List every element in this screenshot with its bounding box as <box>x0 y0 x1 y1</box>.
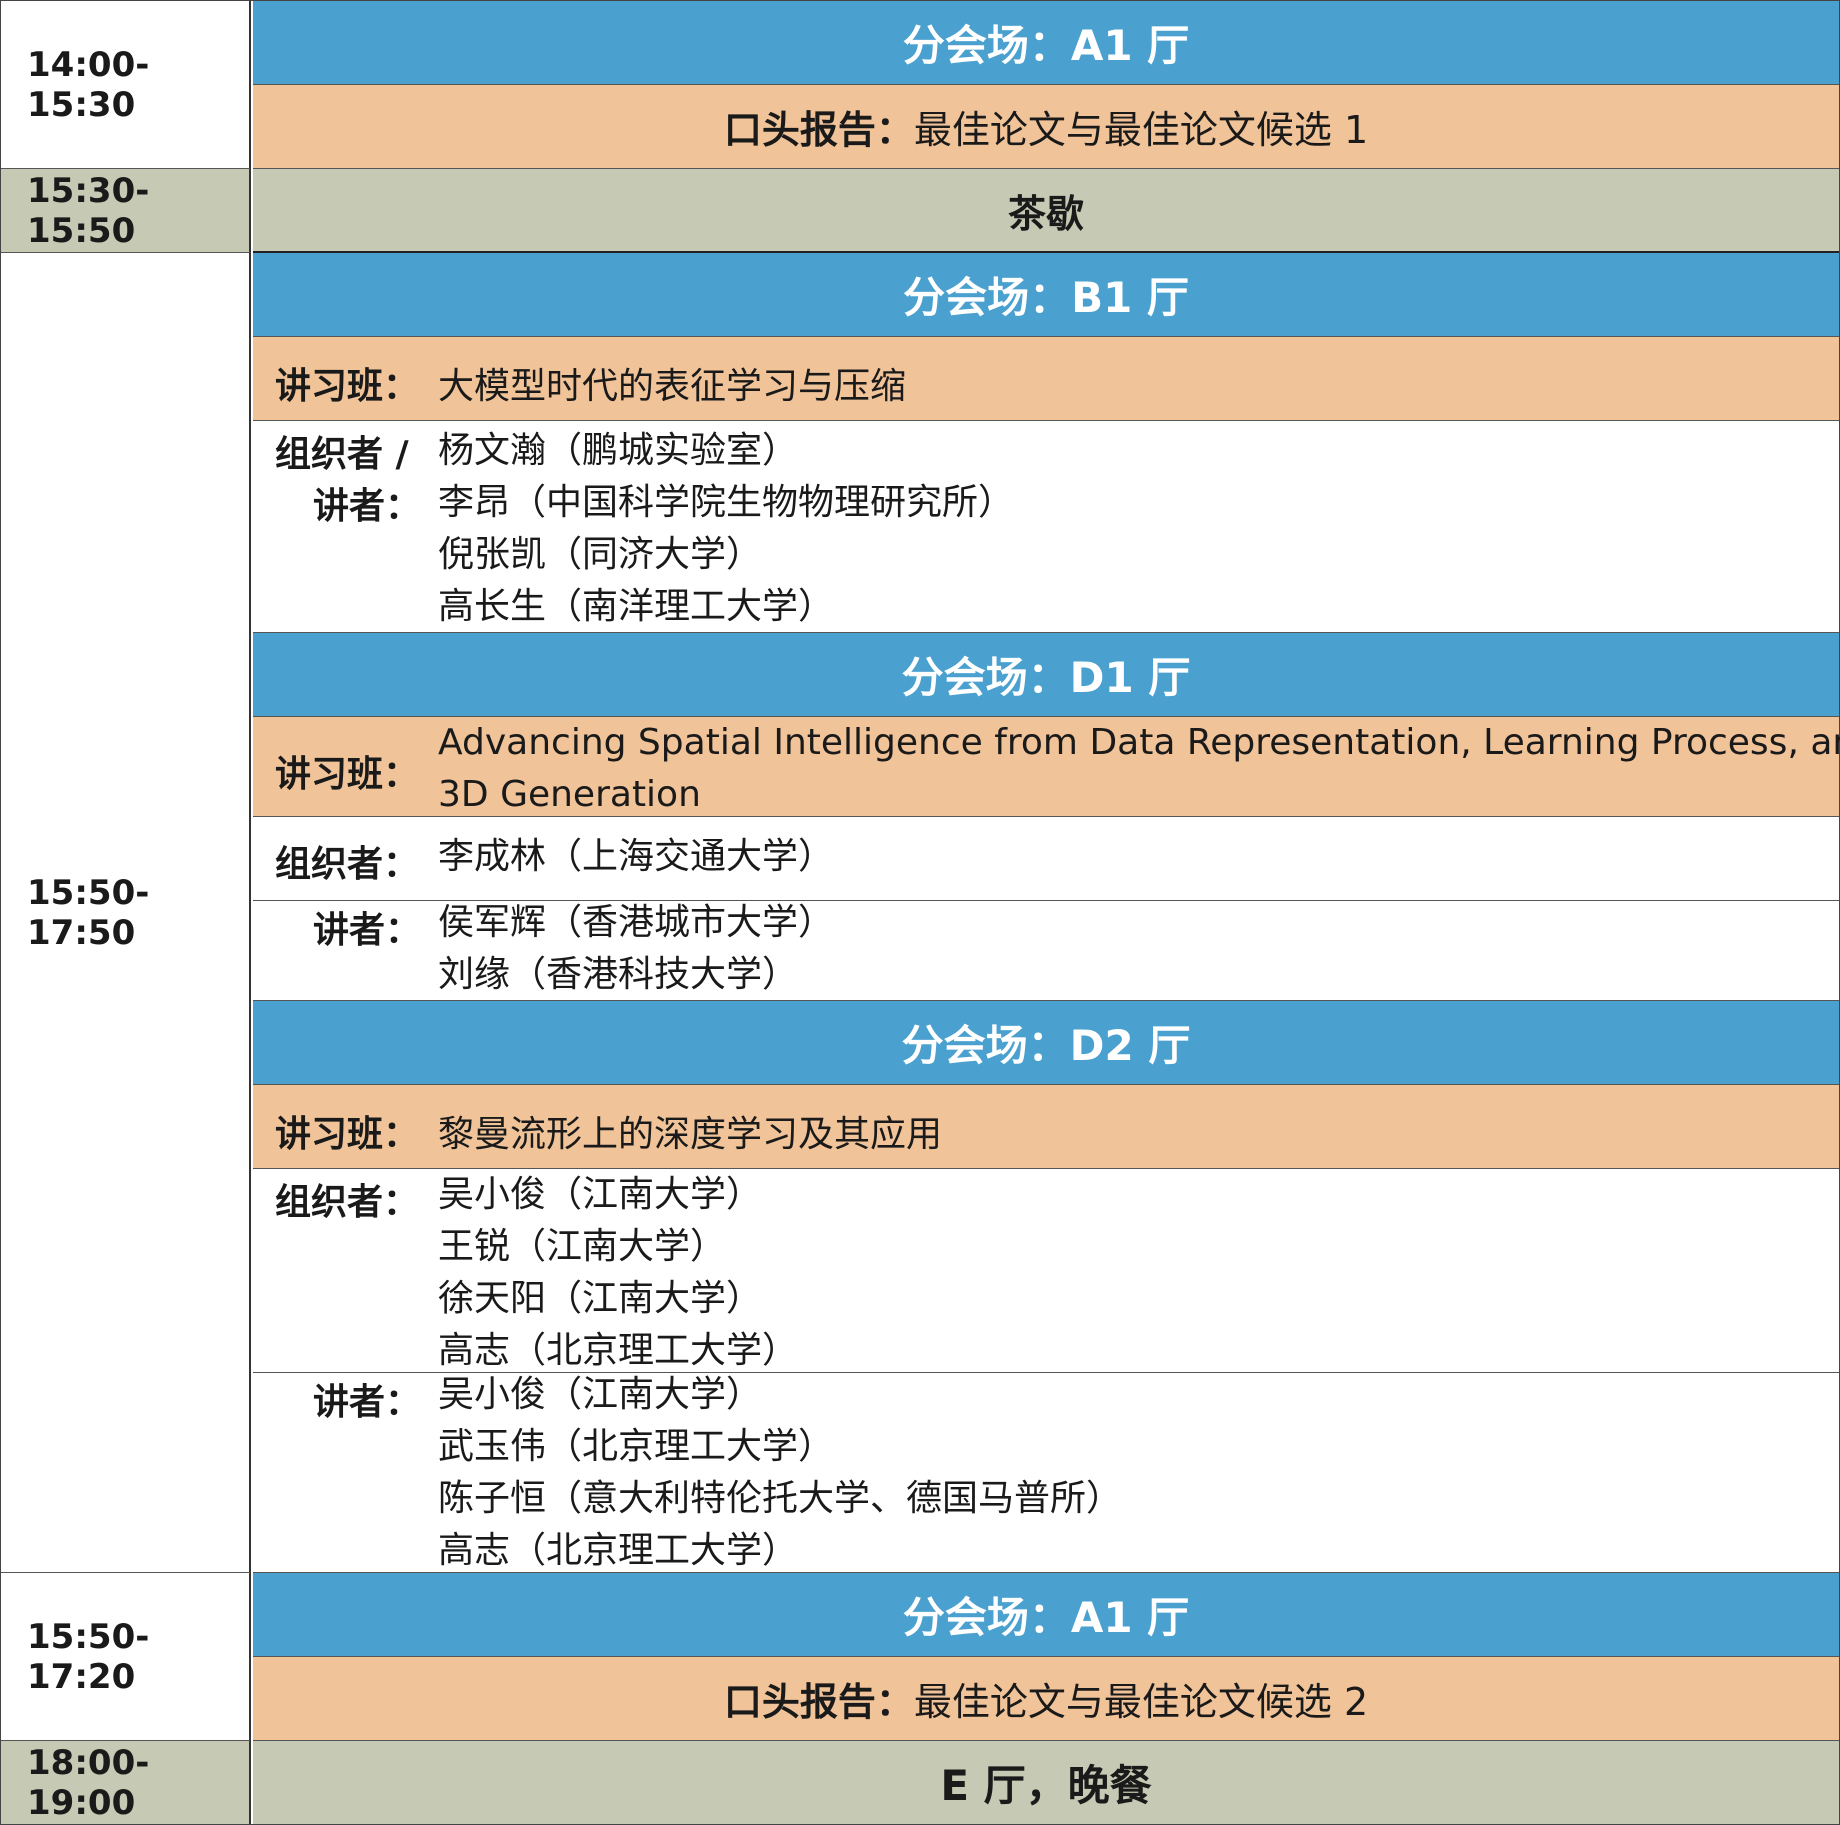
venue-header: 分会场：D2 厅 <box>253 1001 1839 1085</box>
speaker-row: 讲者： 吴小俊（江南大学） 武玉伟（北京理工大学） 陈子恒（意大利特伦托大学、德… <box>253 1373 1839 1573</box>
person-entry: 武玉伟（北京理工大学） <box>438 1426 835 1467</box>
person-entry: 李成林（上海交通大学） <box>438 836 835 877</box>
person-entry: 徐天阳（江南大学） <box>438 1278 763 1319</box>
venue-title: 分会场：B1 厅 <box>903 273 1189 322</box>
person-entry: 杨文瀚（鹏城实验室） <box>438 430 799 471</box>
workshop-title: 黎曼流形上的深度学习及其应用 <box>438 1114 943 1155</box>
speaker-label: 讲者： <box>313 1382 422 1423</box>
venue-title: 分会场：A1 厅 <box>902 21 1190 70</box>
venue-title: 分会场：A1 厅 <box>902 1593 1190 1642</box>
workshop-row: 讲习班： 黎曼流形上的深度学习及其应用 <box>253 1085 1839 1169</box>
person-entry: 倪张凯（同济大学） <box>438 534 763 575</box>
time-label: 14:00-15:30 <box>27 44 150 125</box>
oral-report-row: 口头报告： 最佳论文与最佳论文候选 1 <box>253 85 1839 169</box>
workshop-title: Advancing Spatial Intelligence from Data… <box>438 717 1840 821</box>
speaker-label: 讲者： <box>313 486 422 527</box>
venue-header: 分会场：B1 厅 <box>253 253 1839 337</box>
organizer-speaker-row: 组织者 / 讲者： 杨文瀚（鹏城实验室） 李昂（中国科学院生物物理研究所） 倪张… <box>253 421 1839 633</box>
workshop-title-line: Advancing Spatial Intelligence from Data… <box>438 722 1840 763</box>
person-entry: 刘缘（香港科技大学） <box>438 954 799 995</box>
person-entry: 李昂（中国科学院生物物理研究所） <box>438 482 1015 523</box>
tea-break-row: 茶歇 <box>253 169 1839 253</box>
time-label: 15:50-17:20 <box>27 1616 150 1697</box>
dinner-row: E 厅，晚餐 <box>253 1741 1839 1824</box>
workshop-title: 大模型时代的表征学习与压缩 <box>438 366 907 407</box>
schedule-table: 14:00-15:30 15:30-15:50 15:50-17:50 15:5… <box>0 0 1840 1825</box>
venue-header: 分会场：A1 厅 <box>253 1573 1839 1657</box>
person-entry: 陈子恒（意大利特伦托大学、德国马普所） <box>438 1478 1123 1519</box>
organizer-row: 组织者： 李成林（上海交通大学） <box>253 817 1839 901</box>
person-entry: 高长生（南洋理工大学） <box>438 586 835 627</box>
oral-report-label: 口头报告： <box>723 1680 914 1724</box>
tea-break-label: 茶歇 <box>1007 191 1084 236</box>
venue-title: 分会场：D1 厅 <box>901 653 1191 702</box>
venue-header: 分会场：A1 厅 <box>253 1 1839 85</box>
organizer-row: 组织者： 吴小俊（江南大学） 王锐（江南大学） 徐天阳（江南大学） 高志（北京理… <box>253 1169 1839 1373</box>
person-entry: 王锐（江南大学） <box>438 1226 727 1267</box>
time-slot-2: 15:30-15:50 <box>1 169 251 253</box>
time-label: 15:50-17:50 <box>27 872 150 953</box>
dinner-label: E 厅，晚餐 <box>940 1761 1152 1810</box>
speaker-row: 讲者： 侯军辉（香港城市大学） 刘缘（香港科技大学） <box>253 901 1839 1001</box>
workshop-row: 讲习班： 大模型时代的表征学习与压缩 <box>253 337 1839 421</box>
speaker-list: 吴小俊（江南大学） 武玉伟（北京理工大学） 陈子恒（意大利特伦托大学、德国马普所… <box>438 1369 1122 1577</box>
organizer-label: 组织者： <box>275 844 420 885</box>
venue-header: 分会场：D1 厅 <box>253 633 1839 717</box>
time-slot-4: 15:50-17:20 <box>1 1573 251 1741</box>
time-slot-5: 18:00-19:00 <box>1 1741 251 1824</box>
oral-report-label: 口头报告： <box>723 108 914 152</box>
workshop-title-line: 3D Generation <box>438 774 701 815</box>
workshop-row: 讲习班： Advancing Spatial Intelligence from… <box>253 717 1840 817</box>
time-slot-3: 15:50-17:50 <box>1 253 251 1573</box>
oral-report-row: 口头报告： 最佳论文与最佳论文候选 2 <box>253 1657 1839 1741</box>
organizer-label: 组织者： <box>275 1182 420 1223</box>
organizer-label: 组织者 / <box>275 434 409 475</box>
workshop-label: 讲习班： <box>275 754 420 795</box>
person-entry: 吴小俊（江南大学） <box>438 1174 763 1215</box>
person-entry: 高志（北京理工大学） <box>438 1530 799 1571</box>
speaker-label: 讲者： <box>313 910 422 951</box>
time-label: 15:30-15:50 <box>27 170 150 251</box>
oral-report-title: 最佳论文与最佳论文候选 2 <box>913 1680 1369 1724</box>
organizer-list: 李成林（上海交通大学） <box>438 831 834 883</box>
workshop-label: 讲习班： <box>275 1114 420 1155</box>
venue-title: 分会场：D2 厅 <box>901 1021 1191 1070</box>
people-list: 杨文瀚（鹏城实验室） 李昂（中国科学院生物物理研究所） 倪张凯（同济大学） 高长… <box>438 425 1014 633</box>
person-entry: 吴小俊（江南大学） <box>438 1374 763 1415</box>
speaker-list: 侯军辉（香港城市大学） 刘缘（香港科技大学） <box>438 897 834 1001</box>
workshop-label: 讲习班： <box>275 366 420 407</box>
time-slot-1: 14:00-15:30 <box>1 1 251 169</box>
oral-report-title: 最佳论文与最佳论文候选 1 <box>913 108 1369 152</box>
time-label: 18:00-19:00 <box>27 1742 150 1823</box>
organizer-list: 吴小俊（江南大学） 王锐（江南大学） 徐天阳（江南大学） 高志（北京理工大学） <box>438 1169 798 1377</box>
person-entry: 侯军辉（香港城市大学） <box>438 902 835 943</box>
